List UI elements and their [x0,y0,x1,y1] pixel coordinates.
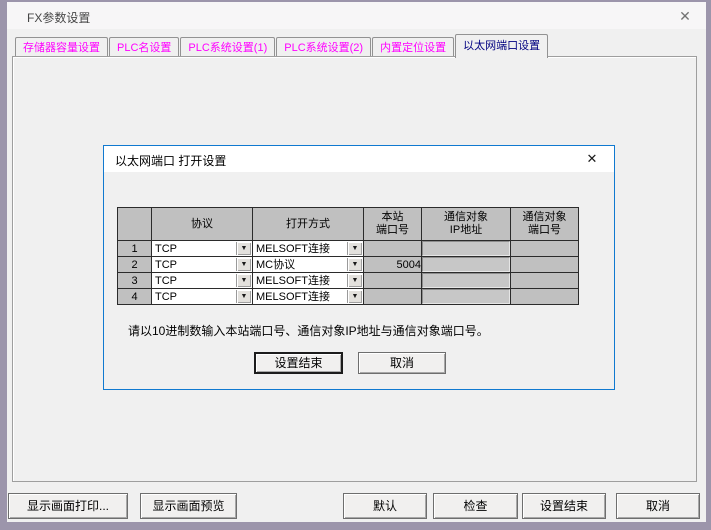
tab-builtin-positioning[interactable]: 内置定位设置 [372,37,454,58]
window-title: FX参数设置 [27,9,90,26]
chevron-down-icon[interactable]: ▼ [347,258,362,271]
window-close-icon[interactable]: ✕ [674,6,696,26]
row-number: 3 [118,273,152,289]
header-target-port: 通信对象端口号 [511,208,579,241]
chevron-down-icon[interactable]: ▼ [347,274,362,287]
local-port-cell [364,273,422,289]
local-port-input[interactable]: 5004 [364,257,422,273]
open-method-select[interactable]: MELSOFT连接▼ [253,273,364,289]
print-screen-button[interactable]: 显示画面打印... [8,493,128,519]
fx-parameter-window: FX参数设置 ✕ 存储器容量设置 PLC名设置 PLC系统设置(1) PLC系统… [0,0,711,530]
target-port-cell [511,289,579,305]
local-port-cell [364,289,422,305]
table-header-row: 协议 打开方式 本站端口号 通信对象IP地址 通信对象端口号 [118,208,579,241]
tab-memory-capacity[interactable]: 存储器容量设置 [15,37,108,58]
protocol-select[interactable]: TCP▼ [152,257,253,273]
tab-plc-name[interactable]: PLC名设置 [109,37,179,58]
row-number: 2 [118,257,152,273]
protocol-select[interactable]: TCP▼ [152,241,253,257]
target-ip-cell [422,289,511,305]
header-target-ip: 通信对象IP地址 [422,208,511,241]
target-ip-cell [422,273,511,289]
dialog-cancel-button[interactable]: 取消 [358,352,446,374]
cancel-button[interactable]: 取消 [616,493,700,519]
dialog-close-icon[interactable]: ✕ [582,149,602,169]
chevron-down-icon[interactable]: ▼ [347,242,362,255]
dialog-title: 以太网端口 打开设置 [115,152,226,169]
table-row: 3 TCP▼ MELSOFT连接▼ [118,273,579,289]
open-method-select[interactable]: MELSOFT连接▼ [253,241,364,257]
disabled-ip-field [422,289,510,304]
chevron-down-icon[interactable]: ▼ [236,274,251,287]
disabled-ip-field [422,257,510,272]
tab-strip: 存储器容量设置 PLC名设置 PLC系统设置(1) PLC系统设置(2) 内置定… [15,34,549,58]
chevron-down-icon[interactable]: ▼ [236,290,251,303]
header-open-method: 打开方式 [253,208,364,241]
chevron-down-icon[interactable]: ▼ [236,258,251,271]
open-method-select[interactable]: MC协议▼ [253,257,364,273]
row-number: 1 [118,241,152,257]
target-port-cell [511,241,579,257]
dialog-titlebar[interactable]: 以太网端口 打开设置 ✕ [104,146,614,172]
ethernet-open-settings-dialog: 以太网端口 打开设置 ✕ 协议 打开方式 本站端口号 通信对象IP地址 通信对象… [103,145,615,390]
default-button[interactable]: 默认 [343,493,427,519]
chevron-down-icon[interactable]: ▼ [347,290,362,303]
table-row: 4 TCP▼ MELSOFT连接▼ [118,289,579,305]
protocol-select[interactable]: TCP▼ [152,273,253,289]
tab-plc-system-1[interactable]: PLC系统设置(1) [180,37,275,58]
check-button[interactable]: 检查 [433,493,518,519]
protocol-select[interactable]: TCP▼ [152,289,253,305]
decimal-note-text: 请以10进制数输入本站端口号、通信对象IP地址与通信对象端口号。 [128,322,489,339]
target-port-cell [511,257,579,273]
target-ip-cell [422,257,511,273]
header-corner [118,208,152,241]
local-port-cell [364,241,422,257]
window-titlebar[interactable]: FX参数设置 ✕ [7,2,706,29]
chevron-down-icon[interactable]: ▼ [236,242,251,255]
open-method-select[interactable]: MELSOFT连接▼ [253,289,364,305]
tab-plc-system-2[interactable]: PLC系统设置(2) [276,37,371,58]
header-protocol: 协议 [152,208,253,241]
header-local-port: 本站端口号 [364,208,422,241]
preview-screen-button[interactable]: 显示画面预览 [140,493,237,519]
disabled-ip-field [422,241,510,256]
tab-ethernet-port[interactable]: 以太网端口设置 [455,34,548,58]
table-row: 2 TCP▼ MC协议▼ 5004 [118,257,579,273]
target-ip-cell [422,241,511,257]
open-settings-table: 协议 打开方式 本站端口号 通信对象IP地址 通信对象端口号 1 TCP▼ ME… [117,207,579,305]
target-port-cell [511,273,579,289]
disabled-ip-field [422,273,510,288]
dialog-settings-end-button[interactable]: 设置结束 [254,352,343,374]
row-number: 4 [118,289,152,305]
table-row: 1 TCP▼ MELSOFT连接▼ [118,241,579,257]
settings-end-button[interactable]: 设置结束 [522,493,606,519]
